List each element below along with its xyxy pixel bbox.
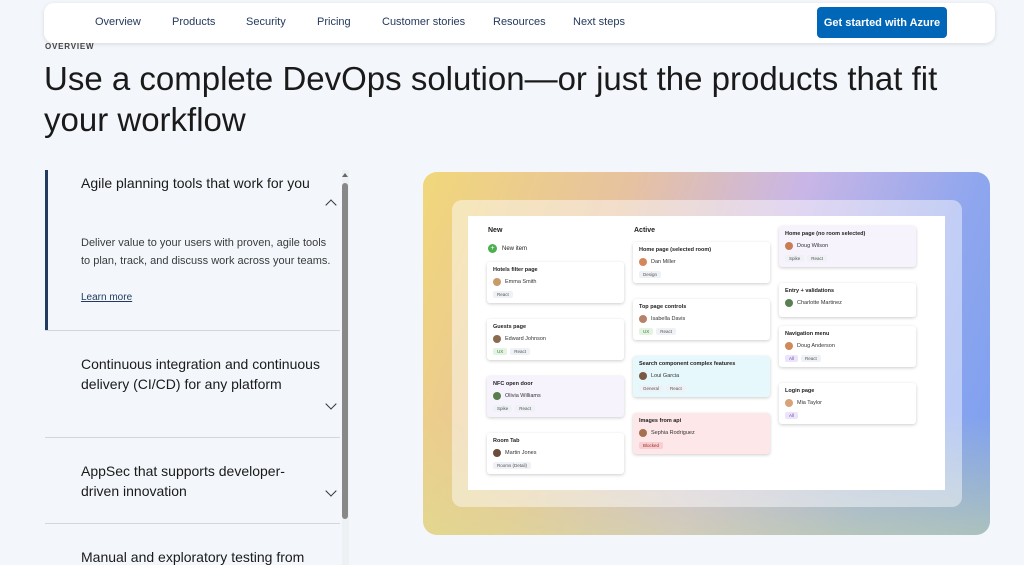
card-user: Loui Garcia [651, 373, 680, 379]
board-card: Room Tab Martin Jones Rooms (Detail) [487, 433, 624, 474]
card-tag: React [807, 255, 828, 262]
card-user: Mia Taylor [797, 400, 822, 406]
chevron-down-icon[interactable] [325, 485, 337, 497]
avatar [639, 258, 647, 266]
card-tag: UX [639, 328, 654, 335]
avatar [639, 315, 647, 323]
card-title: Search component complex features [639, 361, 736, 367]
divider [45, 523, 340, 524]
divider [45, 437, 340, 438]
nav-products[interactable]: Products [172, 16, 215, 28]
card-title: Guests page [493, 324, 527, 330]
section-eyebrow: OVERVIEW [45, 42, 95, 51]
get-started-button[interactable]: Get started with Azure [817, 7, 947, 38]
card-title: Images from api [639, 418, 682, 424]
board-card: Top page controls Isabella Davis UX React [633, 299, 770, 340]
card-title: Home page (selected room) [639, 247, 712, 253]
board-card: Navigation menu Doug Anderson All React [779, 326, 916, 367]
card-user: Sephia Rodriguez [651, 430, 695, 436]
card-title: Hotels filter page [493, 267, 538, 273]
new-item-label: New item [502, 245, 528, 252]
nav-security[interactable]: Security [246, 16, 286, 28]
accordion-title[interactable]: Continuous integration and continuous de… [81, 354, 321, 394]
page-title: Use a complete DevOps solution—or just t… [44, 60, 938, 138]
card-tag: React [493, 291, 513, 298]
accordion-title[interactable]: Manual and exploratory testing from [81, 547, 331, 565]
column-header-active: Active [634, 227, 656, 234]
chevron-down-icon[interactable] [325, 398, 337, 410]
card-tag: React [510, 348, 531, 355]
feature-accordion: Agile planning tools that work for you D… [45, 170, 340, 565]
card-title: Login page [785, 388, 815, 394]
kanban-board-illustration: New Active + New item Hotels filter page… [468, 216, 945, 490]
card-user: Edward Johnson [505, 336, 546, 342]
top-navigation: Overview Products Security Pricing Custo… [44, 3, 995, 43]
card-title: NFC open door [493, 381, 533, 387]
chevron-up-icon[interactable] [325, 199, 337, 211]
scrollbar-thumb[interactable] [342, 183, 348, 519]
plus-icon: + [488, 244, 497, 253]
avatar [639, 372, 647, 380]
nav-overview[interactable]: Overview [95, 16, 141, 28]
column-header-new: New [488, 227, 503, 234]
board-card: Login page Mia Taylor All [779, 383, 916, 424]
avatar [639, 429, 647, 437]
card-tag: React [666, 385, 686, 392]
card-user: Isabella Davis [651, 316, 686, 322]
card-title: Navigation menu [785, 331, 830, 337]
new-item: + New item [488, 244, 527, 253]
active-indicator [45, 170, 48, 330]
accordion-title[interactable]: AppSec that supports developer-driven in… [81, 461, 321, 501]
card-user: Emma Smith [505, 279, 537, 285]
card-tag: React [801, 355, 821, 362]
avatar [785, 299, 793, 307]
board-card: Hotels filter page Emma Smith React [487, 262, 624, 303]
card-tag: General [639, 385, 664, 392]
card-tag: Spike [785, 255, 805, 262]
card-tag: UX [493, 348, 508, 355]
avatar [493, 335, 501, 343]
card-tag: All [785, 412, 799, 419]
card-user: Doug Wilson [797, 243, 829, 249]
card-tag: Rooms (Detail) [493, 462, 532, 469]
card-title: Top page controls [639, 304, 687, 310]
card-title: Room Tab [493, 438, 520, 444]
accordion-description: Deliver value to your users with proven,… [81, 237, 331, 267]
board-card: Search component complex features Loui G… [633, 356, 770, 397]
card-user: Dan Miller [651, 259, 676, 265]
board-card: Home page (selected room) Dan Miller Des… [633, 242, 770, 283]
card-tag: Blocked [639, 442, 664, 449]
accordion-title[interactable]: Agile planning tools that work for you [81, 173, 321, 193]
card-title: Entry + validations [785, 288, 835, 294]
avatar [785, 242, 793, 250]
card-user: Martin Jones [505, 450, 537, 456]
nav-resources[interactable]: Resources [493, 16, 546, 28]
divider [45, 330, 340, 331]
board-card: NFC open door Olivia Williams Spike React [487, 376, 624, 417]
card-tag: React [656, 328, 677, 335]
avatar [493, 392, 501, 400]
card-title: Home page (no room selected) [785, 231, 866, 237]
board-card: Entry + validations Charlotte Martinez [779, 283, 916, 317]
card-tag: All [785, 355, 799, 362]
avatar [493, 449, 501, 457]
card-tag: Spike [493, 405, 513, 412]
board-card: Guests page Edward Johnson UX React [487, 319, 624, 360]
board-card: Images from api Sephia Rodriguez Blocked [633, 413, 770, 454]
board-card: Home page (no room selected) Doug Wilson… [779, 226, 916, 267]
nav-pricing[interactable]: Pricing [317, 16, 351, 28]
avatar [785, 399, 793, 407]
nav-customer-stories[interactable]: Customer stories [382, 16, 465, 28]
scroll-up-arrow-icon[interactable] [342, 173, 348, 177]
learn-more-link[interactable]: Learn more [81, 292, 132, 303]
avatar [785, 342, 793, 350]
card-tag: Design [639, 271, 662, 278]
nav-next-steps[interactable]: Next steps [573, 16, 625, 28]
card-tag: React [515, 405, 536, 412]
card-user: Olivia Williams [505, 393, 541, 399]
card-user: Doug Anderson [797, 343, 835, 349]
card-user: Charlotte Martinez [797, 300, 842, 306]
avatar [493, 278, 501, 286]
